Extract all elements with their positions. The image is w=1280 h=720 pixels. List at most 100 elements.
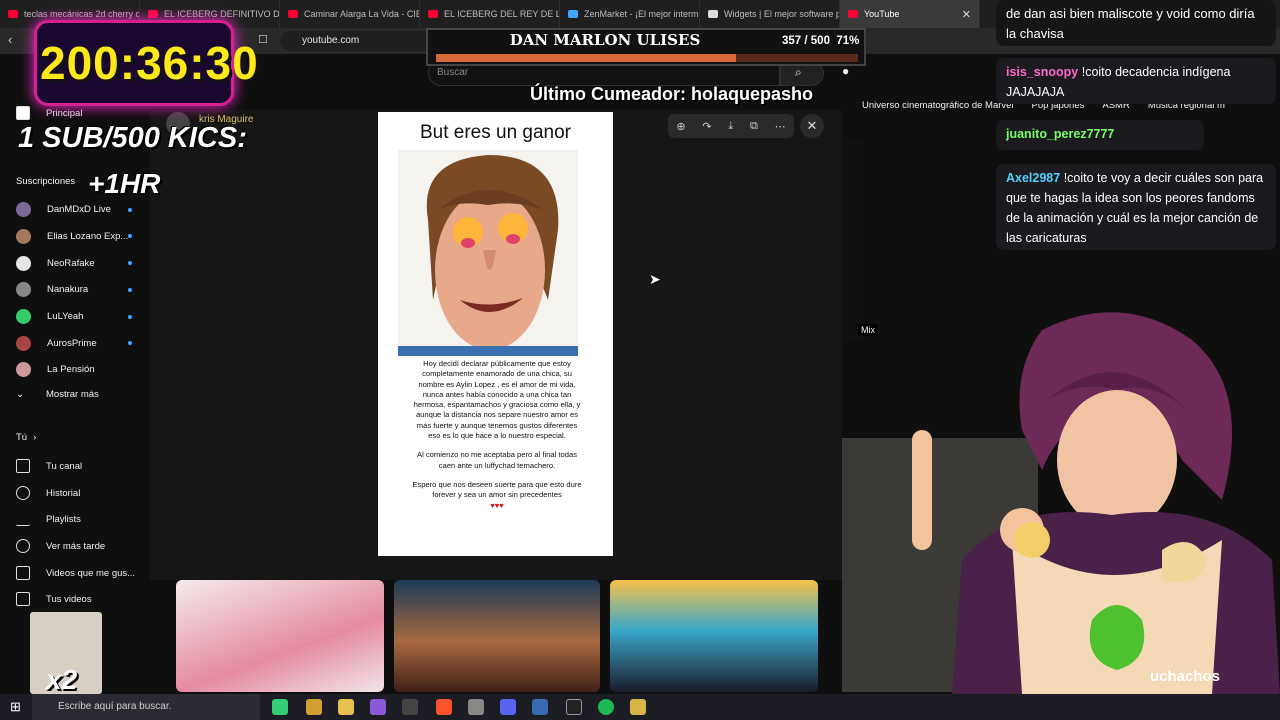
- video-thumbnail[interactable]: [176, 580, 384, 692]
- subscriptions-header[interactable]: Suscripciones: [16, 176, 75, 187]
- avatar: [16, 362, 31, 377]
- browser-tab[interactable]: EL ICEBERG DEL REY DE LAS B: [420, 0, 560, 28]
- chat-message: Axel2987 !coito te voy a decir cuáles so…: [996, 164, 1276, 250]
- goal-progress-fill: [436, 54, 736, 62]
- goal-title: DAN MARLON ULISES: [509, 31, 701, 49]
- close-icon: ✕: [806, 118, 818, 133]
- zenmarket-favicon-icon: [568, 10, 578, 18]
- folder-icon[interactable]: [338, 699, 354, 715]
- widgets-favicon-icon: [708, 10, 718, 18]
- new-content-dot: [128, 208, 132, 212]
- spotify-icon[interactable]: [598, 699, 614, 715]
- playlist-icon: [16, 512, 30, 526]
- sidebar-item-subscription[interactable]: Nanakura: [16, 282, 88, 297]
- new-content-dot: [128, 315, 132, 319]
- chip[interactable]: Universo cinematográfico de Marvel: [862, 100, 1014, 120]
- sidebar-item-playlists[interactable]: Playlists: [16, 512, 81, 526]
- microphone-icon[interactable]: ●: [842, 64, 849, 78]
- youtube-favicon-icon: [288, 10, 298, 18]
- multiplier-label: x2: [46, 664, 78, 695]
- youtube-favicon-icon: [8, 10, 18, 18]
- app-icon[interactable]: [532, 699, 548, 715]
- app-icon[interactable]: [306, 699, 322, 715]
- clock-icon: [16, 539, 30, 553]
- close-tab-icon[interactable]: ✕: [962, 8, 971, 21]
- new-content-dot: [128, 288, 132, 292]
- new-content-dot: [128, 261, 132, 265]
- youtube-favicon-icon: [148, 10, 158, 18]
- sidebar-item-subscription[interactable]: La Pensión: [16, 362, 95, 377]
- browser-tab-active[interactable]: YouTube ✕: [840, 0, 980, 28]
- last-donor-text: Último Cumeador: holaquepasho: [530, 84, 814, 104]
- download-icon[interactable]: ⤓: [728, 120, 733, 133]
- video-thumbnail[interactable]: [842, 140, 864, 340]
- sidebar-item-subscription[interactable]: NeoRafake: [16, 256, 95, 271]
- browser-tab[interactable]: ZenMarket - ¡El mejor interme: [560, 0, 700, 28]
- sidebar-item-subscription[interactable]: Elias Lozano Exp...: [16, 229, 128, 244]
- video-thumbnail[interactable]: [610, 580, 818, 692]
- sidebar-item-principal[interactable]: Principal: [16, 106, 82, 120]
- sidebar-item-your-channel[interactable]: Tu canal: [16, 459, 82, 473]
- avatar: [16, 256, 31, 271]
- avatar: [16, 309, 31, 324]
- sidebar-item-show-more[interactable]: ⌄ Mostrar más: [16, 389, 99, 400]
- channel-icon: [16, 459, 30, 473]
- sidebar-item-your-videos[interactable]: Tus videos: [16, 592, 92, 606]
- app-icon[interactable]: [272, 699, 288, 715]
- vtuber-character: [912, 312, 1280, 694]
- browser-tab[interactable]: Caminar Alarga La Vida - CIEN: [280, 0, 420, 28]
- avatar: [16, 202, 31, 217]
- app-icon[interactable]: [630, 699, 646, 715]
- paragraph: Al comienzo no me aceptaba pero al final…: [417, 450, 577, 470]
- share-icon[interactable]: ↷: [702, 120, 711, 133]
- chat-message: de dan asi bien maliscote y void como di…: [996, 0, 1276, 46]
- browser-tab[interactable]: Widgets | El mejor software p: [700, 0, 840, 28]
- new-content-dot: [128, 341, 132, 345]
- sidebar-item-subscription[interactable]: AurosPrime: [16, 336, 97, 351]
- back-icon[interactable]: ‹: [8, 32, 12, 47]
- youtube-favicon-icon: [848, 10, 858, 18]
- zoom-icon[interactable]: ⊕: [676, 120, 685, 133]
- avatar: [16, 282, 31, 297]
- sidebar-item-subscription[interactable]: LuLYeah: [16, 309, 83, 324]
- sidebar-item-history[interactable]: Historial: [16, 486, 80, 500]
- app-icon[interactable]: [370, 699, 386, 715]
- app-icon[interactable]: [402, 699, 418, 715]
- play-box-icon: [16, 592, 30, 606]
- viewer-toolbar: ⊕ ↷ ⤓ ⧉ ⋯: [668, 114, 794, 138]
- youtube-favicon-icon: [428, 10, 438, 18]
- more-icon[interactable]: ⋯: [775, 120, 786, 133]
- home-icon: [16, 106, 30, 120]
- avatar: [16, 336, 31, 351]
- open-external-icon[interactable]: ⧉: [750, 120, 758, 133]
- sidebar-item-subscription[interactable]: DanMDxD Live: [16, 202, 111, 217]
- bookmark-icon[interactable]: ☐: [258, 33, 268, 46]
- sidebar-item-liked[interactable]: Videos que me gus...: [16, 566, 135, 580]
- mouse-cursor-icon: ➤: [649, 271, 661, 287]
- new-content-dot: [128, 234, 132, 238]
- you-header[interactable]: Tú ›: [16, 432, 36, 443]
- obs-icon[interactable]: [566, 699, 582, 715]
- discord-icon[interactable]: [500, 699, 516, 715]
- paragraph: Espero que nos deseen suerte para que es…: [412, 479, 582, 500]
- viewer-title: But eres un ganor: [419, 122, 572, 143]
- brave-browser-icon[interactable]: [436, 699, 452, 715]
- chevron-down-icon: ⌄: [16, 389, 25, 400]
- history-icon: [16, 486, 30, 500]
- search-icon: ⌕: [795, 65, 802, 79]
- hearts-emoji: ♥♥♥: [490, 500, 504, 510]
- paragraph: Hoy decidí declarar públicamente que est…: [413, 359, 581, 441]
- hour-rule-text: +1HR: [88, 168, 161, 199]
- taskbar-search-input[interactable]: Escribe aquí para buscar.: [32, 694, 260, 720]
- video-thumbnail[interactable]: [394, 580, 600, 692]
- caricature-image: [398, 150, 578, 356]
- windows-start-icon[interactable]: ⊞: [10, 699, 21, 715]
- chat-message: isis_snoopy !coito decadencia indígena J…: [996, 58, 1276, 104]
- app-icon[interactable]: [468, 699, 484, 715]
- thumbs-up-icon: [16, 566, 30, 580]
- subathon-timer: 200:36:30: [40, 37, 259, 89]
- sub-rule-text: 1 SUB/500 KICS:: [18, 122, 247, 154]
- close-viewer-button[interactable]: ✕: [800, 114, 824, 138]
- sidebar-item-watch-later[interactable]: Ver más tarde: [16, 539, 105, 553]
- viewer-body: Hoy decidí declarar públicamente que est…: [412, 359, 582, 511]
